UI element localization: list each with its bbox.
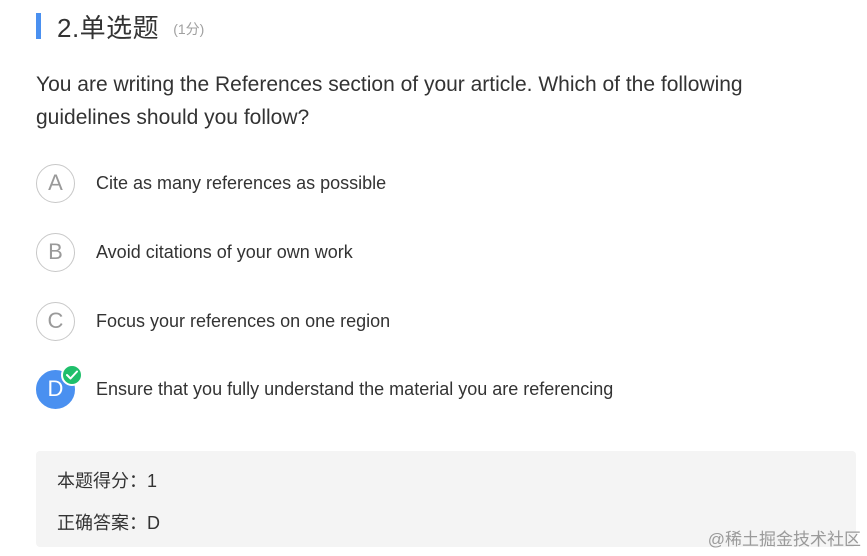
option-d-letter: D: [47, 376, 64, 401]
header-accent-bar: [36, 13, 41, 39]
score-result: 本题得分：1: [57, 471, 158, 491]
watermark: @稀土掘金技术社区: [707, 530, 861, 549]
option-d-circle[interactable]: D: [36, 363, 83, 409]
option-a-text: Cite as many references as possible: [96, 172, 387, 193]
question-text: You are writing the References section o…: [36, 73, 743, 129]
option-c-circle[interactable]: C: [36, 301, 75, 341]
option-d-text: Ensure that you fully understand the mat…: [96, 378, 614, 399]
quiz-question-page: 2.单选题 (1分) You are writing the Reference…: [0, 0, 867, 556]
option-d[interactable]: D Ensure that you fully understand the m…: [36, 363, 816, 410]
question-title: 2.单选题: [57, 12, 160, 43]
option-c[interactable]: C Focus your references on one region: [36, 300, 816, 342]
question-header: 2.单选题 (1分): [36, 10, 205, 43]
correct-answer: 正确答案：D: [57, 513, 160, 533]
check-icon: [61, 363, 83, 386]
option-a-circle[interactable]: A: [36, 163, 75, 203]
option-b[interactable]: B Avoid citations of your own work: [36, 231, 816, 273]
option-b-circle[interactable]: B: [36, 232, 75, 272]
option-a[interactable]: A Cite as many references as possible: [36, 162, 816, 204]
question-score: (1分): [173, 21, 205, 37]
option-b-text: Avoid citations of your own work: [96, 241, 353, 262]
option-c-text: Focus your references on one region: [96, 310, 391, 331]
